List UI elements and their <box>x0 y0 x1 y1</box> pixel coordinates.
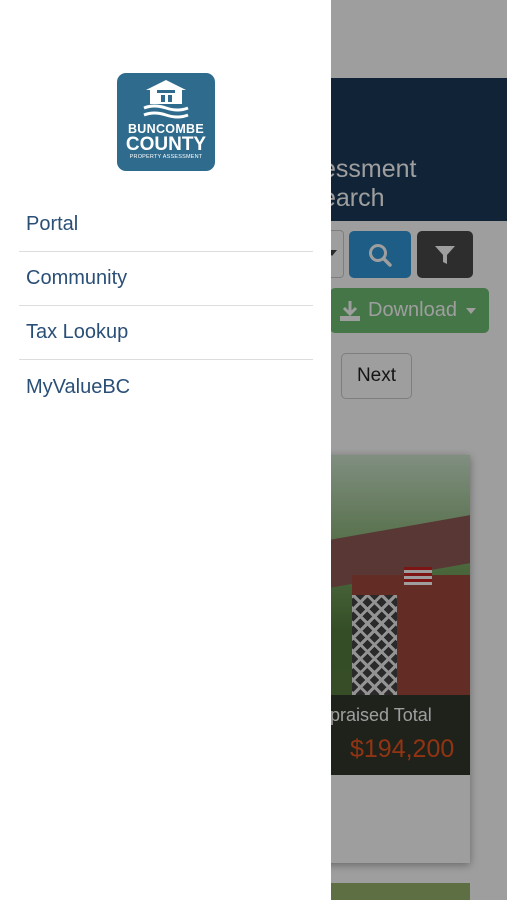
nav-item-myvaluebc[interactable]: MyValueBC <box>19 360 313 414</box>
house-on-water-icon <box>143 80 189 119</box>
buncombe-county-logo: BUNCOMBE COUNTY PROPERTY ASSESSMENT <box>117 73 215 171</box>
nav-item-tax-lookup[interactable]: Tax Lookup <box>19 306 313 360</box>
nav-item-portal[interactable]: Portal <box>19 198 313 252</box>
logo-text-subtitle: PROPERTY ASSESSMENT <box>129 154 203 160</box>
logo-text-county: COUNTY <box>125 134 207 155</box>
navigation-drawer: BUNCOMBE COUNTY PROPERTY ASSESSMENT Port… <box>0 0 331 900</box>
drawer-nav: Portal Community Tax Lookup MyValueBC <box>19 198 313 414</box>
nav-item-community[interactable]: Community <box>19 252 313 306</box>
